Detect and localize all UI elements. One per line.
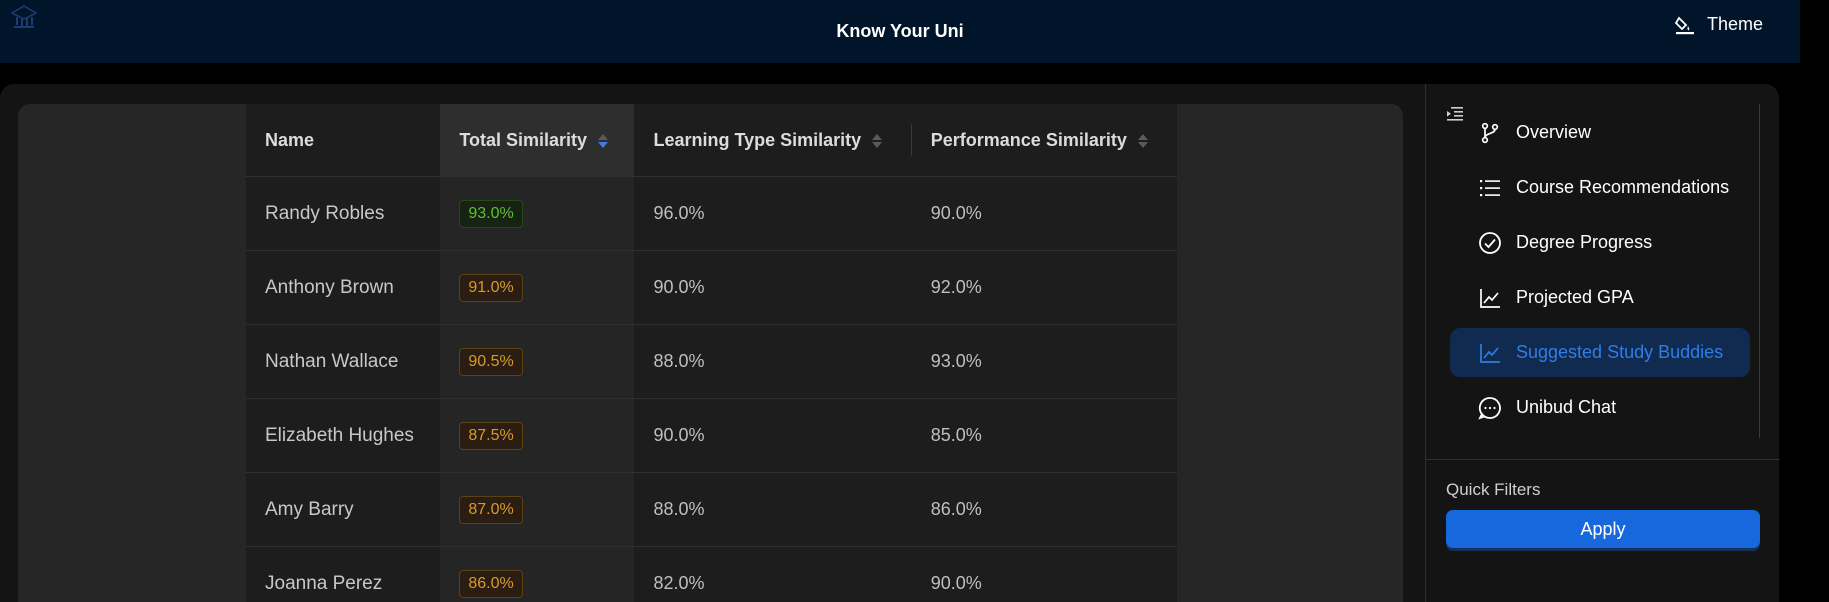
- performance-similarity: 85.0%: [911, 398, 1177, 473]
- total-similarity-tag: 86.0%: [459, 569, 523, 598]
- performance-similarity: 90.0%: [911, 176, 1177, 251]
- branch-icon: [1478, 121, 1502, 145]
- main-layout: Name Total Similarity Learning Type Simi…: [0, 84, 1780, 602]
- line-chart-icon: [1478, 286, 1502, 310]
- line-chart-icon: [1478, 341, 1502, 365]
- column-header-name: Name: [246, 104, 441, 177]
- column-header-total-similarity[interactable]: Total Similarity: [440, 104, 635, 177]
- total-similarity-tag: 87.0%: [459, 495, 523, 524]
- table-row[interactable]: Joanna Perez 86.0% 82.0% 90.0%: [246, 546, 1177, 602]
- table-row[interactable]: Randy Robles 93.0% 96.0% 90.0%: [246, 176, 1177, 251]
- total-similarity-tag: 93.0%: [459, 199, 523, 228]
- sort-icon[interactable]: [598, 133, 609, 148]
- table-row[interactable]: Elizabeth Hughes 87.5% 90.0% 85.0%: [246, 398, 1177, 473]
- sidebar-item-unibud-chat[interactable]: Unibud Chat: [1450, 383, 1750, 432]
- performance-similarity: 92.0%: [911, 250, 1177, 325]
- paint-bucket-icon: [1674, 16, 1694, 34]
- apply-button[interactable]: Apply: [1446, 510, 1760, 548]
- app-title: Know Your Uni: [836, 21, 964, 41]
- learning-similarity: 90.0%: [634, 250, 912, 325]
- sidebar-menu: Overview Course Recommendations Degree P…: [1450, 108, 1750, 438]
- table-row[interactable]: Amy Barry 87.0% 88.0% 86.0%: [246, 472, 1177, 547]
- column-header-performance-similarity[interactable]: Performance Similarity: [911, 104, 1177, 177]
- sidebar-item-overview[interactable]: Overview: [1450, 108, 1750, 157]
- university-logo-icon: [11, 5, 37, 28]
- sidebar: Overview Course Recommendations Degree P…: [1425, 84, 1780, 602]
- check-circle-icon: [1478, 231, 1502, 255]
- sidebar-divider: [1759, 104, 1760, 438]
- table-header-row: Name Total Similarity Learning Type Simi…: [246, 104, 1177, 177]
- buddy-name: Elizabeth Hughes: [246, 398, 441, 473]
- content-card: Name Total Similarity Learning Type Simi…: [18, 104, 1403, 602]
- buddy-name: Amy Barry: [246, 472, 441, 547]
- sidebar-item-projected-gpa[interactable]: Projected GPA: [1450, 273, 1750, 322]
- table-row[interactable]: Anthony Brown 91.0% 90.0% 92.0%: [246, 250, 1177, 325]
- study-buddies-table: Name Total Similarity Learning Type Simi…: [246, 104, 1177, 602]
- sort-icon[interactable]: [872, 133, 883, 148]
- buddy-name: Randy Robles: [246, 176, 441, 251]
- top-header: Know Your Uni Theme: [0, 0, 1800, 63]
- logo[interactable]: [2, 4, 46, 44]
- theme-label: Theme: [1706, 14, 1763, 34]
- buddy-name: Anthony Brown: [246, 250, 441, 325]
- theme-button[interactable]: Theme: [1674, 14, 1763, 35]
- performance-similarity: 90.0%: [911, 546, 1177, 602]
- quick-filters-panel: Quick Filters Apply: [1426, 459, 1780, 548]
- performance-similarity: 93.0%: [911, 324, 1177, 399]
- learning-similarity: 96.0%: [634, 176, 912, 251]
- total-similarity-tag: 91.0%: [459, 273, 523, 302]
- performance-similarity: 86.0%: [911, 472, 1177, 547]
- quick-filters-title: Quick Filters: [1446, 480, 1541, 499]
- learning-similarity: 82.0%: [634, 546, 912, 602]
- column-header-learning-type-similarity[interactable]: Learning Type Similarity: [634, 104, 912, 177]
- sort-icon[interactable]: [1137, 133, 1148, 148]
- sidebar-item-degree-progress[interactable]: Degree Progress: [1450, 218, 1750, 267]
- learning-similarity: 88.0%: [634, 324, 912, 399]
- learning-similarity: 90.0%: [634, 398, 912, 473]
- list-icon: [1478, 176, 1502, 200]
- buddy-name: Nathan Wallace: [246, 324, 441, 399]
- total-similarity-tag: 87.5%: [459, 421, 523, 450]
- sidebar-item-suggested-study-buddies[interactable]: Suggested Study Buddies: [1450, 328, 1750, 377]
- total-similarity-tag: 90.5%: [459, 347, 523, 376]
- buddy-name: Joanna Perez: [246, 546, 441, 602]
- sidebar-item-course-recommendations[interactable]: Course Recommendations: [1450, 163, 1750, 212]
- message-icon: [1478, 396, 1502, 420]
- table-row[interactable]: Nathan Wallace 90.5% 88.0% 93.0%: [246, 324, 1177, 399]
- learning-similarity: 88.0%: [634, 472, 912, 547]
